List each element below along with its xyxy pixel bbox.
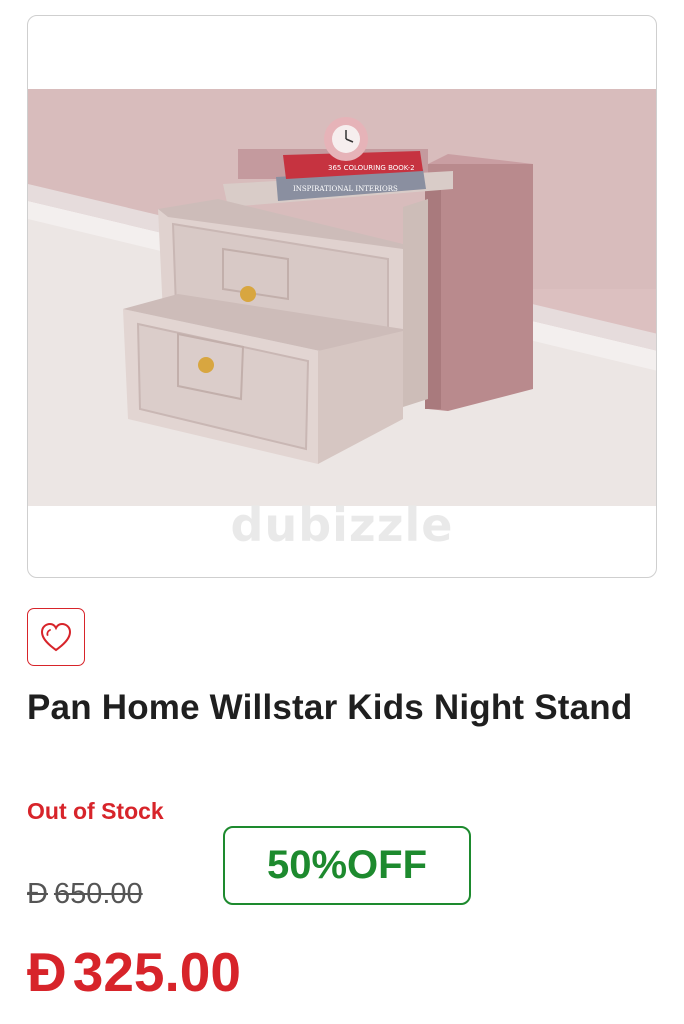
sale-price: Đ 325.00 bbox=[27, 940, 241, 1004]
dubizzle-watermark: dubizzle bbox=[230, 498, 454, 552]
discount-badge: 50%OFF bbox=[223, 826, 471, 905]
sale-price-value: 325.00 bbox=[72, 941, 241, 1003]
old-price: Đ 650.00 bbox=[27, 878, 143, 911]
stock-status: Out of Stock bbox=[27, 798, 164, 824]
old-price-value: 650.00 bbox=[53, 878, 143, 910]
book-title-bottom: INSPIRATIONAL INTERIORS bbox=[293, 185, 398, 193]
wishlist-button[interactable] bbox=[27, 608, 85, 666]
currency-symbol: Đ bbox=[27, 941, 67, 1003]
currency-symbol: Đ bbox=[27, 878, 48, 910]
book-title-top: 365 COLOURING BOOK-2 bbox=[328, 164, 415, 172]
heart-icon bbox=[40, 622, 72, 652]
product-image: 365 COLOURING BOOK-2 INSPIRATIONAL INTER… bbox=[28, 89, 656, 506]
product-image-card[interactable]: 365 COLOURING BOOK-2 INSPIRATIONAL INTER… bbox=[27, 15, 657, 578]
product-title: Pan Home Willstar Kids Night Stand bbox=[27, 688, 633, 727]
